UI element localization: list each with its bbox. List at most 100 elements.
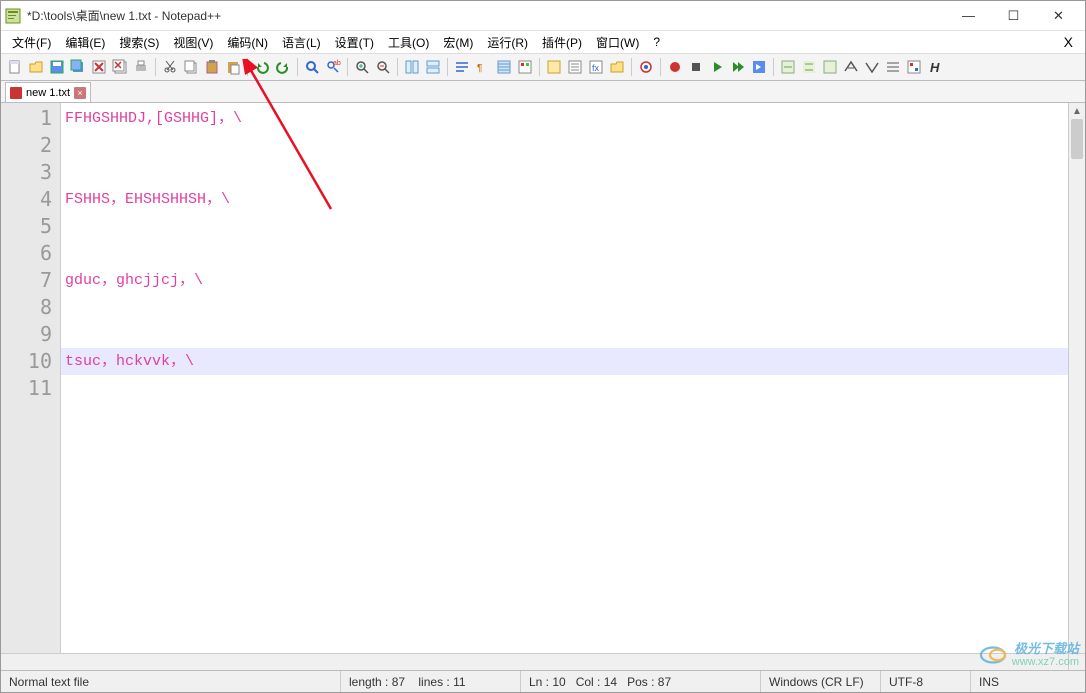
- spell2-button[interactable]: [799, 57, 819, 77]
- play-multi-icon: [730, 59, 746, 75]
- horizontal-scrollbar[interactable]: [1, 653, 1085, 670]
- sync-h-button[interactable]: [423, 57, 443, 77]
- menu-edit[interactable]: 编辑(E): [58, 32, 112, 53]
- play-multi-button[interactable]: [728, 57, 748, 77]
- toolbar-separator: [397, 58, 398, 76]
- editor-line[interactable]: tsuc，hckvvk，\: [61, 348, 1068, 375]
- redo-button[interactable]: [273, 57, 293, 77]
- editor-line[interactable]: [61, 321, 1068, 348]
- copy-button[interactable]: [181, 57, 201, 77]
- tab-close-icon[interactable]: ×: [74, 87, 86, 99]
- status-position: Ln : 10 Col : 14 Pos : 87: [521, 671, 761, 692]
- spell5-button[interactable]: [862, 57, 882, 77]
- editor-line[interactable]: FFHGSHHDJ,[GSHHG]，\: [61, 105, 1068, 132]
- editor-line[interactable]: [61, 240, 1068, 267]
- lang-user-button[interactable]: [515, 57, 535, 77]
- menu-settings[interactable]: 设置(T): [328, 32, 381, 53]
- menu-search[interactable]: 搜索(S): [112, 32, 166, 53]
- editor-line[interactable]: [61, 132, 1068, 159]
- menu-macro[interactable]: 宏(M): [436, 32, 480, 53]
- paste-clipboard-icon: [225, 59, 241, 75]
- line-number: 11: [1, 375, 52, 402]
- spell-h-button[interactable]: H: [925, 57, 945, 77]
- sync-v-button[interactable]: [402, 57, 422, 77]
- zoom-out-icon: [375, 59, 391, 75]
- menu-view[interactable]: 视图(V): [166, 32, 220, 53]
- menu-run[interactable]: 运行(R): [480, 32, 535, 53]
- vertical-scrollbar[interactable]: ▲ ▼: [1068, 103, 1085, 670]
- save-all-button[interactable]: [68, 57, 88, 77]
- tab-active[interactable]: new 1.txt ×: [5, 82, 91, 102]
- close-button[interactable]: ✕: [1036, 2, 1081, 30]
- spell3-button[interactable]: [820, 57, 840, 77]
- sync-h-icon: [425, 59, 441, 75]
- replace-button[interactable]: ab: [323, 57, 343, 77]
- text-editor[interactable]: FFHGSHHDJ,[GSHHG]，\ FSHHS，EHSHSHHSH，\ gduc…: [61, 103, 1068, 670]
- close-all-button[interactable]: [110, 57, 130, 77]
- editor-line[interactable]: [61, 294, 1068, 321]
- menu-plugins[interactable]: 插件(P): [535, 32, 589, 53]
- editor-line[interactable]: [61, 213, 1068, 240]
- zoom-out-button[interactable]: [373, 57, 393, 77]
- app-icon: [5, 8, 21, 24]
- folder-button[interactable]: [607, 57, 627, 77]
- undo-button[interactable]: [252, 57, 272, 77]
- menu-tools[interactable]: 工具(O): [381, 32, 436, 53]
- line-number: 6: [1, 240, 52, 267]
- watermark: 极光下载站 www.xz7.com: [978, 642, 1079, 668]
- editor-line[interactable]: gduc，ghcjjcj，\: [61, 267, 1068, 294]
- show-all-button[interactable]: ¶: [473, 57, 493, 77]
- indent-guide-button[interactable]: [494, 57, 514, 77]
- line-number: 3: [1, 159, 52, 186]
- status-eol: Windows (CR LF): [761, 671, 881, 692]
- save-macro-button[interactable]: [749, 57, 769, 77]
- paste-clipboard-button[interactable]: [223, 57, 243, 77]
- menu-file[interactable]: 文件(F): [5, 32, 58, 53]
- new-file-icon: [7, 59, 23, 75]
- record-macro-button[interactable]: [665, 57, 685, 77]
- cut-button[interactable]: [160, 57, 180, 77]
- play-macro-icon: [709, 59, 725, 75]
- scroll-thumb[interactable]: [1071, 119, 1083, 159]
- open-file-icon: [28, 59, 44, 75]
- spell6-icon: [885, 59, 901, 75]
- titlebar: *D:\tools\桌面\new 1.txt - Notepad++ — ☐ ✕: [1, 1, 1085, 31]
- close-button[interactable]: [89, 57, 109, 77]
- svg-text:¶: ¶: [477, 63, 482, 74]
- menubar: 文件(F) 编辑(E) 搜索(S) 视图(V) 编码(N) 语言(L) 设置(T…: [1, 31, 1085, 53]
- print-button[interactable]: [131, 57, 151, 77]
- maximize-button[interactable]: ☐: [991, 2, 1036, 30]
- spell1-button[interactable]: [778, 57, 798, 77]
- func-list-button[interactable]: fx: [586, 57, 606, 77]
- save-button[interactable]: [47, 57, 67, 77]
- word-wrap-button[interactable]: [452, 57, 472, 77]
- replace-icon: ab: [325, 59, 341, 75]
- doc-map-button[interactable]: [544, 57, 564, 77]
- spell7-button[interactable]: [904, 57, 924, 77]
- close-icon: [91, 59, 107, 75]
- spell4-button[interactable]: [841, 57, 861, 77]
- paste-button[interactable]: [202, 57, 222, 77]
- scroll-up-icon[interactable]: ▲: [1069, 103, 1085, 119]
- editor-line[interactable]: [61, 159, 1068, 186]
- minimize-button[interactable]: —: [946, 2, 991, 30]
- spell6-button[interactable]: [883, 57, 903, 77]
- find-button[interactable]: [302, 57, 322, 77]
- menu-language[interactable]: 语言(L): [275, 32, 328, 53]
- window-title: *D:\tools\桌面\new 1.txt - Notepad++: [27, 7, 946, 24]
- menu-help[interactable]: ?: [646, 33, 667, 51]
- editor-line[interactable]: FSHHS，EHSHSHHSH，\: [61, 186, 1068, 213]
- editor-line[interactable]: [61, 375, 1068, 402]
- menu-window[interactable]: 窗口(W): [589, 32, 646, 53]
- menu-encoding[interactable]: 编码(N): [220, 32, 275, 53]
- tab-modified-icon: [10, 87, 22, 99]
- stop-macro-button[interactable]: [686, 57, 706, 77]
- menubar-close-x[interactable]: X: [1056, 34, 1081, 50]
- open-file-button[interactable]: [26, 57, 46, 77]
- play-macro-button[interactable]: [707, 57, 727, 77]
- print-icon: [133, 59, 149, 75]
- monitor-button[interactable]: [636, 57, 656, 77]
- doc-list-button[interactable]: [565, 57, 585, 77]
- new-file-button[interactable]: [5, 57, 25, 77]
- zoom-in-button[interactable]: [352, 57, 372, 77]
